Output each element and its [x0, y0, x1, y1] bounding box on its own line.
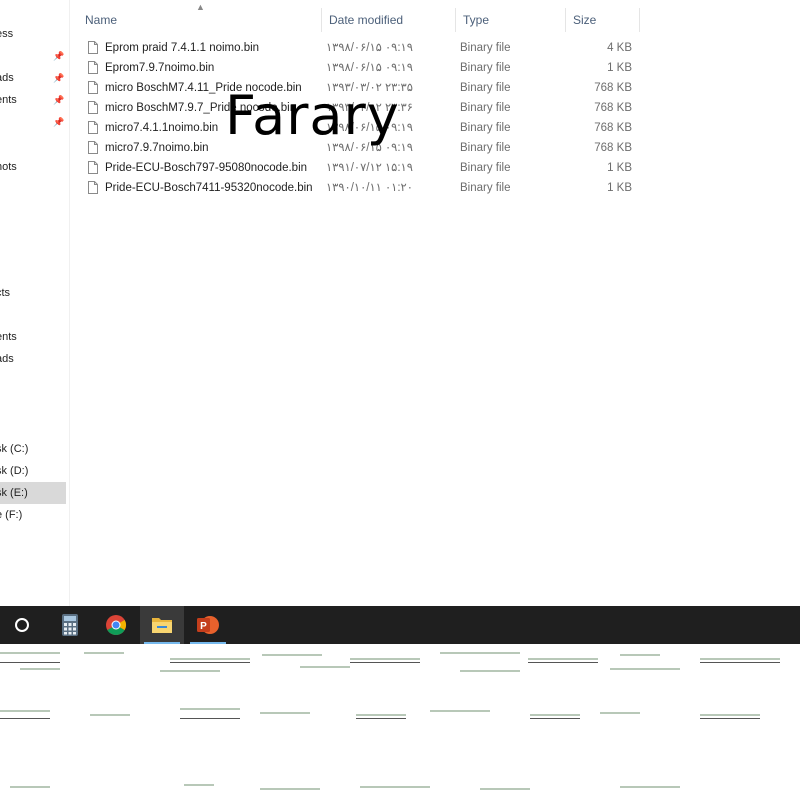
chrome-button[interactable] — [94, 606, 138, 644]
file-row[interactable]: Pride-ECU-Bosch797-95080nocode.bin ۱۳۹۱/… — [84, 158, 644, 178]
file-row[interactable]: Eprom praid 7.4.1.1 noimo.bin ۱۳۹۸/۰۶/۱۵… — [84, 38, 644, 58]
file-icon — [88, 101, 98, 114]
file-icon — [88, 181, 98, 194]
file-type: Binary file — [460, 142, 511, 154]
file-date: ۱۳۹۸/۰۶/۱۵ ۰۹:۱۹ — [326, 62, 413, 74]
column-header-date-modified[interactable]: Date modified — [322, 8, 456, 32]
powerpoint-button[interactable]: P — [186, 606, 230, 644]
file-row[interactable]: Eprom7.9.7noimo.bin ۱۳۹۸/۰۶/۱۵ ۰۹:۱۹ Bin… — [84, 58, 644, 78]
column-header-type[interactable]: Type — [456, 8, 566, 32]
file-size: 768 KB — [594, 102, 632, 114]
file-type: Binary file — [460, 82, 511, 94]
pin-icon: 📌 — [53, 95, 65, 105]
sidebar-item-pictures[interactable]: 📌 — [0, 111, 66, 133]
file-icon — [88, 41, 98, 54]
file-row[interactable]: Pride-ECU-Bosch7411-95320nocode.bin ۱۳۹۰… — [84, 178, 644, 198]
watermark-text: Farary — [225, 84, 400, 147]
file-size: 4 KB — [607, 42, 632, 54]
sidebar-item-drive-d[interactable]: sk (D:) — [0, 460, 66, 482]
file-size: 1 KB — [607, 62, 632, 74]
file-icon — [88, 121, 98, 134]
garbled-region — [0, 644, 800, 800]
pin-icon: 📌 — [53, 51, 65, 61]
calculator-button[interactable] — [48, 606, 92, 644]
file-explorer-button[interactable] — [140, 606, 184, 644]
taskbar: P — [0, 606, 800, 644]
file-date: ۱۳۹۰/۱۰/۱۱ ۰۱:۲۰ — [326, 182, 413, 194]
file-date: ۱۳۹۸/۰۶/۱۵ ۰۹:۱۹ — [326, 42, 413, 54]
column-header-name[interactable]: Name — [78, 8, 322, 32]
cortana-circle-icon — [15, 618, 29, 632]
pin-icon: 📌 — [53, 117, 65, 127]
sidebar-item-downloads[interactable]: ads📌 — [0, 67, 66, 89]
pane-divider — [69, 0, 70, 606]
sidebar-item-drive-f[interactable]: e (F:) — [0, 504, 66, 526]
cortana-button[interactable] — [0, 606, 44, 644]
file-icon — [88, 161, 98, 174]
powerpoint-icon: P — [197, 616, 219, 634]
file-date: ۱۳۹۱/۰۷/۱۲ ۱۵:۱۹ — [326, 162, 413, 174]
garbled-artifacts — [0, 652, 780, 790]
sidebar-item-quick-access[interactable]: ess — [0, 23, 66, 45]
column-header-bar: ▲ Name Date modified Type Size — [78, 2, 640, 32]
file-explorer-icon — [152, 618, 172, 633]
file-size: 1 KB — [607, 182, 632, 194]
sidebar-item-drive-c[interactable]: sk (C:) — [0, 438, 66, 460]
file-type: Binary file — [460, 62, 511, 74]
pin-icon: 📌 — [53, 73, 65, 83]
calculator-icon — [62, 614, 78, 636]
sidebar-item-drive-e[interactable]: sk (E:) — [0, 482, 66, 504]
file-name: micro7.9.7noimo.bin — [105, 142, 209, 154]
file-icon — [88, 81, 98, 94]
navigation-pane: ess 📌 ads📌 ents📌 📌 hots cts ents ads sk … — [0, 0, 70, 606]
file-name: Pride-ECU-Bosch797-95080nocode.bin — [105, 162, 308, 174]
sidebar-item-desktop[interactable]: 📌 — [0, 45, 66, 67]
chrome-icon — [106, 615, 126, 635]
column-header-size[interactable]: Size — [566, 8, 640, 32]
sidebar-item-objects[interactable]: cts — [0, 282, 66, 304]
file-size: 768 KB — [594, 122, 632, 134]
file-icon — [88, 141, 98, 154]
sidebar-item-documents-pc[interactable]: ents — [0, 326, 66, 348]
file-size: 768 KB — [594, 142, 632, 154]
sidebar-item-downloads-pc[interactable]: ads — [0, 348, 66, 370]
svg-text:P: P — [200, 621, 207, 632]
file-type: Binary file — [460, 182, 511, 194]
file-size: 1 KB — [607, 162, 632, 174]
file-name: micro7.4.1.1noimo.bin — [105, 122, 219, 134]
file-icon — [88, 61, 98, 74]
file-type: Binary file — [460, 122, 511, 134]
file-type: Binary file — [460, 42, 511, 54]
sidebar-item-screenshots[interactable]: hots — [0, 156, 66, 178]
file-type: Binary file — [460, 162, 511, 174]
file-name: Eprom7.9.7noimo.bin — [105, 62, 215, 74]
sidebar-item-documents[interactable]: ents📌 — [0, 89, 66, 111]
file-name: Eprom praid 7.4.1.1 noimo.bin — [105, 42, 260, 54]
file-type: Binary file — [460, 102, 511, 114]
file-size: 768 KB — [594, 82, 632, 94]
file-name: Pride-ECU-Bosch7411-95320nocode.bin — [105, 182, 313, 194]
